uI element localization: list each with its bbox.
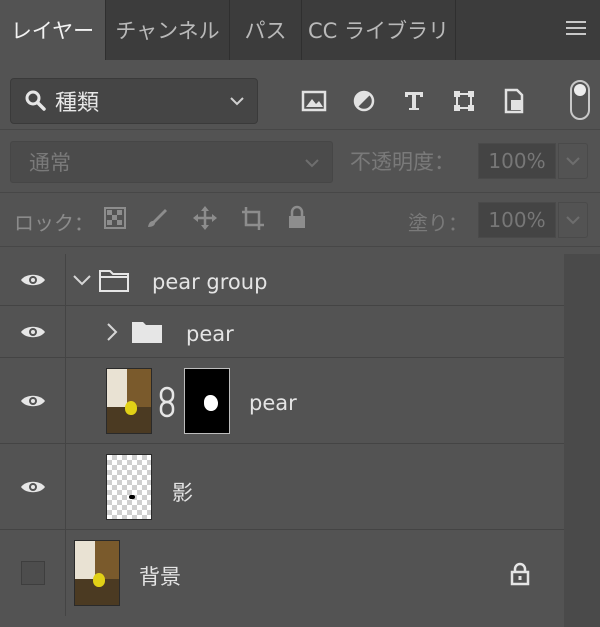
opacity-value: 100%	[488, 149, 546, 173]
visibility-toggle[interactable]	[0, 444, 66, 529]
panel-menu-icon[interactable]	[566, 21, 586, 37]
chevron-down-icon[interactable]	[72, 272, 92, 288]
tab-cc-libraries-label: CC ライブラリ	[307, 19, 449, 43]
layer-thumbnail	[106, 368, 152, 434]
lock-artboard-icon[interactable]	[238, 203, 268, 233]
divider	[0, 192, 600, 193]
filter-kind-label: 種類	[55, 91, 100, 116]
visibility-toggle[interactable]	[0, 254, 66, 305]
blend-mode-label: 通常	[29, 151, 71, 175]
layer-row[interactable]: 背景	[0, 530, 564, 616]
tab-paths-label: パス	[244, 19, 287, 43]
chevron-down-icon	[230, 97, 244, 106]
lock-icon	[510, 562, 530, 586]
filter-pixel-icon[interactable]	[297, 84, 331, 118]
divider	[0, 246, 600, 247]
chevron-down-icon	[305, 159, 319, 168]
folder-icon	[99, 270, 129, 292]
layer-filter-select[interactable]: 種類	[10, 78, 258, 124]
fill-value-field[interactable]: 100%	[478, 202, 556, 238]
layer-name: pear group	[152, 270, 268, 294]
chevron-right-icon[interactable]	[104, 322, 120, 342]
layer-mask-thumbnail[interactable]	[184, 368, 230, 434]
eye-icon	[20, 395, 45, 406]
filter-adjustment-icon[interactable]	[347, 84, 381, 118]
lock-transparent-pixels-icon[interactable]	[100, 203, 130, 233]
filter-shape-icon[interactable]	[447, 84, 481, 118]
lock-label: ロック：	[14, 211, 94, 235]
visibility-toggle[interactable]	[0, 358, 66, 443]
eye-icon	[20, 481, 45, 492]
layer-thumbnail	[106, 454, 152, 520]
filter-smart-object-icon[interactable]	[497, 84, 531, 118]
layer-name: 背景	[139, 565, 181, 589]
filter-toggle[interactable]	[570, 80, 590, 120]
fill-value: 100%	[488, 208, 546, 232]
tab-cc-libraries[interactable]: CC ライブラリ	[302, 0, 456, 60]
layer-name: pear	[249, 391, 297, 415]
opacity-value-field[interactable]: 100%	[478, 143, 556, 179]
layers-list: pear group pear pear 影 背景	[0, 254, 564, 627]
tab-paths[interactable]: パス	[230, 0, 302, 60]
layer-row[interactable]: pear group	[0, 254, 564, 306]
lock-image-pixels-icon[interactable]	[142, 203, 172, 233]
lock-position-icon[interactable]	[190, 203, 220, 233]
opacity-label: 不透明度：	[350, 150, 455, 174]
visibility-toggle[interactable]	[0, 530, 66, 616]
layer-row[interactable]: pear	[0, 306, 564, 358]
lock-all-icon[interactable]	[282, 203, 312, 233]
blend-mode-select[interactable]: 通常	[10, 141, 333, 183]
layer-row[interactable]: 影	[0, 444, 564, 530]
layer-name: 影	[172, 481, 193, 505]
fill-dropdown-button[interactable]	[558, 202, 588, 238]
scrollbar-track[interactable]	[564, 254, 600, 627]
search-icon	[25, 90, 46, 111]
chevron-down-icon	[566, 157, 580, 166]
visibility-toggle[interactable]	[0, 306, 66, 357]
tab-layers-label: レイヤー	[10, 19, 95, 43]
tab-channels[interactable]: チャンネル	[106, 0, 230, 60]
panel-tab-bar: レイヤー チャンネル パス CC ライブラリ	[0, 0, 600, 60]
visibility-off-box	[20, 561, 45, 585]
chevron-down-icon	[566, 216, 580, 225]
filter-type-icon[interactable]	[397, 84, 431, 118]
divider	[0, 129, 600, 130]
layer-thumbnail	[74, 540, 120, 606]
link-icon[interactable]	[158, 386, 176, 418]
folder-icon	[132, 322, 162, 343]
tab-layers[interactable]: レイヤー	[0, 0, 106, 60]
fill-label: 塗り：	[408, 211, 468, 235]
eye-icon	[20, 326, 45, 337]
tab-channels-label: チャンネル	[115, 19, 220, 43]
layer-name: pear	[186, 322, 234, 346]
eye-icon	[20, 274, 45, 285]
layer-row[interactable]: pear	[0, 358, 564, 444]
opacity-dropdown-button[interactable]	[558, 143, 588, 179]
